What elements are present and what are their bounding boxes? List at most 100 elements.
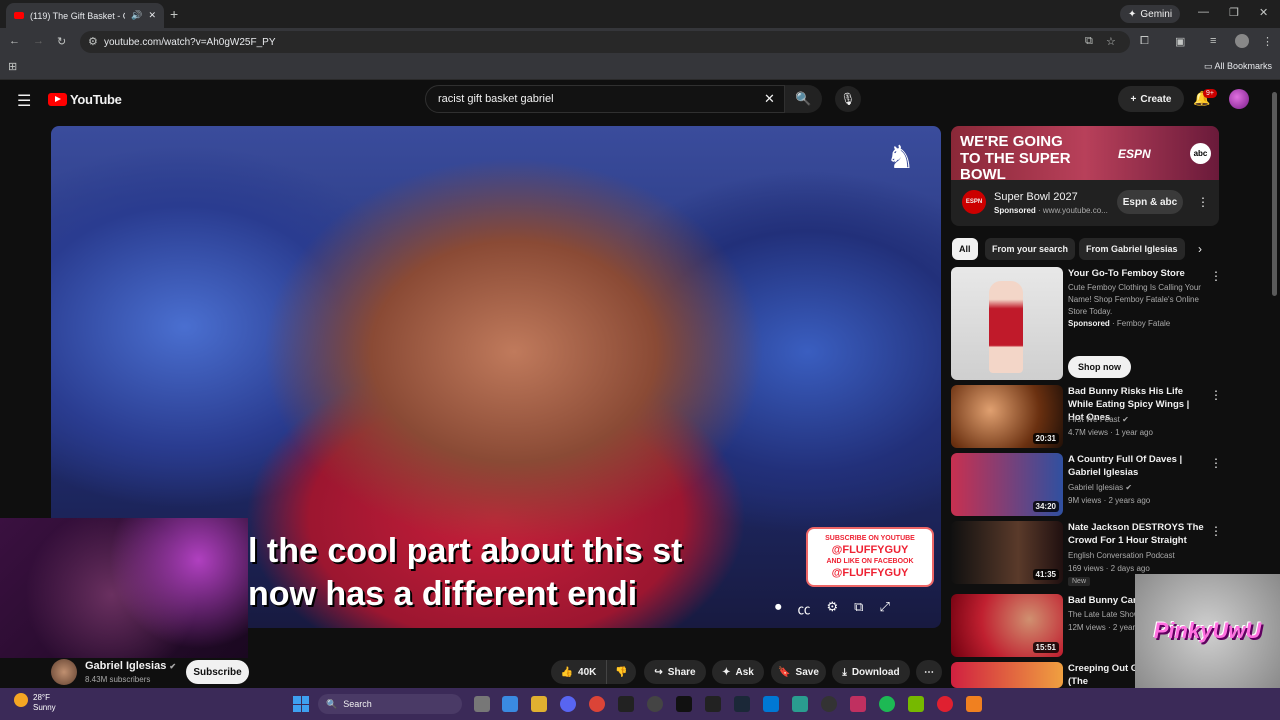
dislike-button[interactable]: 👎 [606, 660, 636, 684]
card-line-1: SUBSCRIBE ON YOUTUBE [825, 534, 915, 542]
shop-now-button[interactable]: Shop now [1068, 356, 1131, 378]
apps-grid-icon[interactable]: ⊞ [8, 60, 17, 73]
search-button[interactable]: 🔍 [785, 85, 822, 113]
forward-icon[interactable]: → [33, 35, 44, 47]
bookmark-star-icon[interactable]: ☆ [1106, 35, 1116, 48]
like-count: 40K [578, 666, 597, 678]
weather-widget[interactable]: 28°F Sunny [33, 693, 56, 714]
page-scrollbar[interactable] [1272, 92, 1277, 296]
account-avatar[interactable] [1229, 89, 1249, 109]
miniplayer-icon[interactable]: ⧉ [854, 599, 863, 618]
minimize-icon[interactable]: — [1198, 6, 1209, 18]
task-view-icon[interactable] [474, 696, 490, 712]
related-menu-icon[interactable]: ⋮ [1210, 388, 1222, 402]
channel-name[interactable]: Gabriel Iglesias ✔ [85, 660, 176, 672]
fullscreen-icon[interactable]: ⤢ [879, 599, 889, 618]
search-icon: 🔍 [795, 91, 812, 106]
share-icon: ↪ [654, 666, 663, 678]
app-icon-2[interactable] [676, 696, 692, 712]
captions-icon[interactable]: ㏄ [798, 599, 811, 618]
copilot-icon[interactable] [502, 696, 518, 712]
taskbar-search[interactable]: 🔍 Search [318, 694, 462, 714]
search-input[interactable]: racist gift basket gabriel [425, 85, 785, 113]
chip-all[interactable]: All [952, 238, 978, 260]
all-bookmarks[interactable]: ▭ All Bookmarks [1204, 61, 1272, 72]
browser-tab[interactable]: (119) The Gift Basket - Gab 🔊 ✕ [6, 3, 164, 28]
app-icon-1[interactable] [618, 696, 634, 712]
related-thumb-0[interactable] [951, 267, 1063, 380]
related-menu-icon[interactable]: ⋮ [1210, 456, 1222, 470]
ad-cta-button[interactable]: Espn & abc [1117, 190, 1183, 214]
related-title-0[interactable]: Your Go-To Femboy Store [1068, 268, 1204, 281]
profile-avatar[interactable] [1235, 34, 1249, 48]
address-bar[interactable]: youtube.com/watch?v=Ah0gW25F_PY [80, 31, 1130, 53]
autoplay-toggle-icon[interactable]: ⏺ [775, 599, 782, 618]
restore-icon[interactable]: ❐ [1229, 6, 1239, 19]
back-icon[interactable]: ← [9, 35, 20, 47]
reload-icon[interactable]: ↻ [57, 35, 66, 48]
related-title-3[interactable]: Nate Jackson DESTROYS The Crowd For 1 Ho… [1068, 522, 1204, 548]
create-button[interactable]: + Create [1118, 86, 1184, 112]
related-thumb-3[interactable]: 41:35 [951, 521, 1063, 584]
related-thumb-5[interactable] [951, 662, 1063, 688]
app-icon-5[interactable] [821, 696, 837, 712]
site-info-icon[interactable]: ⚙ [88, 35, 98, 48]
more-actions-button[interactable]: ⋯ [916, 660, 942, 684]
download-button[interactable]: ⤓ Download [832, 660, 910, 684]
gemini-button[interactable]: ✦ Gemini [1120, 5, 1181, 23]
speaker-icon[interactable]: 🔊 [131, 10, 142, 21]
nvidia-icon[interactable] [908, 696, 924, 712]
install-icon[interactable]: ⧉ [1085, 35, 1093, 48]
youtube-logo[interactable]: YouTube [48, 92, 122, 107]
media-icon[interactable]: ≡ [1210, 35, 1216, 47]
discord-icon[interactable] [560, 696, 576, 712]
ad-menu-icon[interactable]: ⋮ [1197, 195, 1209, 209]
ask-button[interactable]: ✦ Ask [712, 660, 764, 684]
new-tab-icon[interactable]: + [170, 6, 178, 22]
app-icon-4[interactable] [792, 696, 808, 712]
download-label: Download [851, 666, 900, 678]
espn-logo: ESPN [1118, 147, 1151, 161]
related-thumb-4[interactable]: 15:51 [951, 594, 1063, 657]
related-title-2[interactable]: A Country Full Of Daves | Gabriel Iglesi… [1068, 454, 1204, 480]
chip-from-channel[interactable]: From Gabriel Iglesias [1079, 238, 1185, 260]
windows-start-icon[interactable] [293, 696, 309, 712]
app-icon-6[interactable] [850, 696, 866, 712]
download-icon: ⤓ [842, 666, 847, 678]
app-icon-8[interactable] [966, 696, 982, 712]
save-button[interactable]: 🔖 Save [771, 660, 826, 684]
window-close-icon[interactable]: ✕ [1259, 6, 1268, 19]
hamburger-menu-icon[interactable]: ☰ [17, 91, 31, 111]
related-thumb-2[interactable]: 34:20 [951, 453, 1063, 516]
related-menu-icon[interactable]: ⋮ [1210, 269, 1222, 283]
app-icon-7[interactable] [937, 696, 953, 712]
subscribe-button[interactable]: Subscribe [186, 660, 249, 684]
related-thumb-1[interactable]: 20:31 [951, 385, 1063, 448]
chrome-icon[interactable] [589, 696, 605, 712]
outlook-icon[interactable] [763, 696, 779, 712]
share-button[interactable]: ↪ Share [644, 660, 706, 684]
channel-watermark-icon[interactable]: ♞ [886, 138, 915, 176]
ad-title[interactable]: Super Bowl 2027 [994, 191, 1078, 203]
app-icon-3[interactable] [705, 696, 721, 712]
clear-search-icon[interactable]: ✕ [764, 91, 775, 107]
ask-label: Ask [735, 666, 754, 678]
chip-from-search[interactable]: From your search [985, 238, 1076, 260]
chevron-right-icon[interactable]: › [1198, 242, 1202, 256]
menu-dots-icon[interactable]: ⋮ [1262, 35, 1273, 48]
steam-icon[interactable] [734, 696, 750, 712]
tab-close-icon[interactable]: ✕ [148, 10, 156, 21]
spotify-icon[interactable] [879, 696, 895, 712]
channel-avatar[interactable] [51, 659, 77, 685]
obs-icon[interactable] [647, 696, 663, 712]
related-menu-icon[interactable]: ⋮ [1210, 524, 1222, 538]
bookmark-icon: 🔖 [778, 666, 791, 678]
duration-3: 41:35 [1032, 569, 1059, 580]
like-button[interactable]: 👍 40K [551, 660, 606, 684]
extensions-icon[interactable]: ⧠ [1140, 35, 1149, 48]
sidepanel-icon[interactable]: ▣ [1175, 35, 1185, 48]
end-card-subscribe[interactable]: SUBSCRIBE ON YOUTUBE @FLUFFYGUY AND LIKE… [806, 527, 934, 587]
file-explorer-icon[interactable] [531, 696, 547, 712]
voice-search-button[interactable]: 🎙 [835, 86, 861, 112]
settings-gear-icon[interactable]: ⚙ [827, 599, 839, 618]
